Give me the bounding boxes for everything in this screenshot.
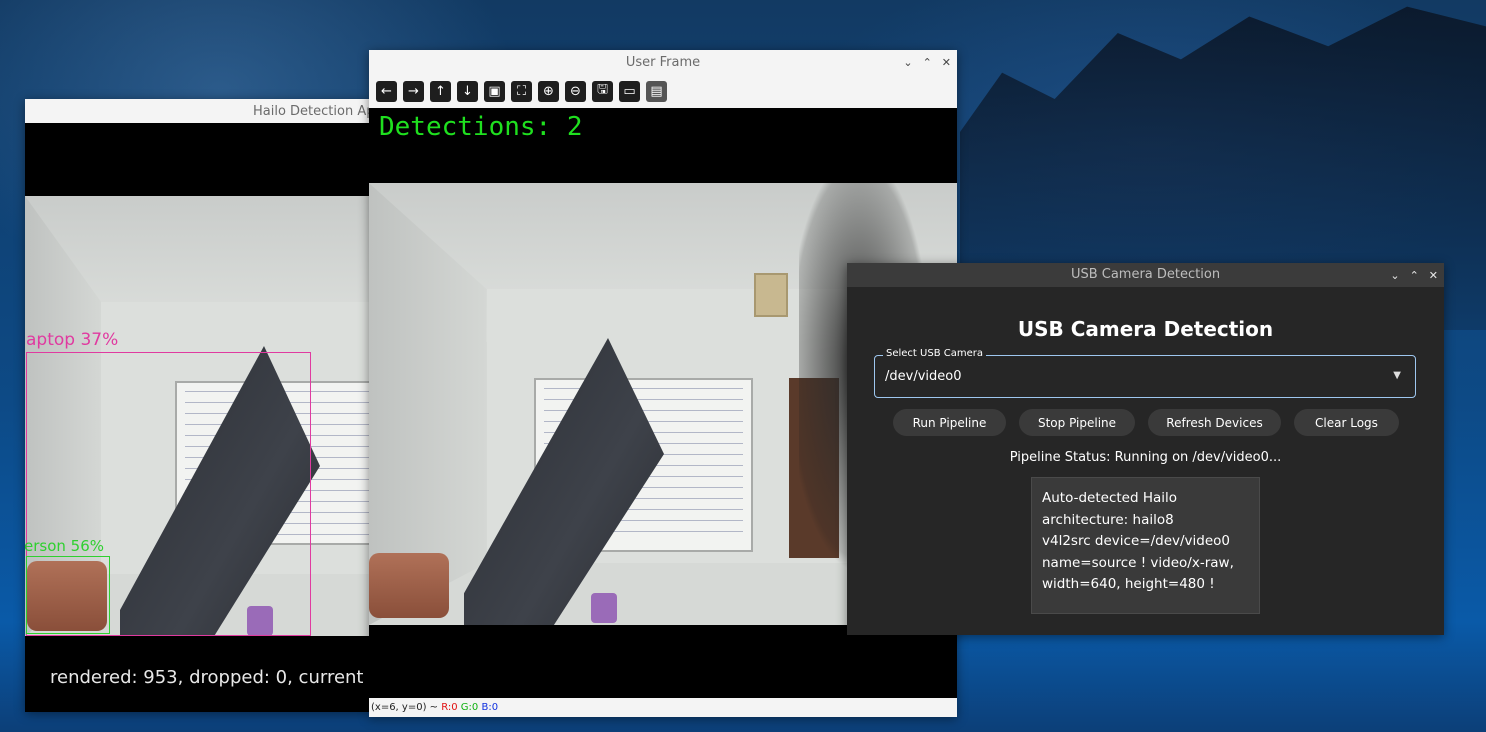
camera-select-value: /dev/video0 <box>885 369 962 384</box>
log-line: Auto-detected Hailo <box>1042 490 1178 506</box>
person-detection-box <box>26 556 110 634</box>
image-toolbar: ← → ↑ ↓ ▣ ⛶ ⊕ ⊖ 🖫 ▭ ▤ <box>369 74 957 108</box>
minimize-chevron-down-icon[interactable]: ⌄ <box>1390 270 1399 281</box>
pan-down-icon[interactable]: ↓ <box>457 80 478 102</box>
log-line: v4l2src device=/dev/video0 <box>1042 533 1230 549</box>
close-icon[interactable]: ✕ <box>942 57 951 68</box>
close-icon[interactable]: ✕ <box>1429 270 1438 281</box>
properties-icon[interactable]: ▤ <box>646 80 667 102</box>
refresh-devices-button[interactable]: Refresh Devices <box>1148 409 1281 436</box>
usb-titlebar[interactable]: USB Camera Detection ⌄ ⌃ ✕ <box>847 263 1444 287</box>
page-title: USB Camera Detection <box>1017 317 1274 341</box>
log-line: architecture: hailo8 <box>1042 511 1174 528</box>
zoom-out-icon[interactable]: ⊖ <box>565 80 586 102</box>
hailo-detection-window[interactable]: Hailo Detection Ap aptop 37% erson 56% r… <box>25 99 370 712</box>
zoom-in-icon[interactable]: ⊕ <box>538 80 559 102</box>
log-output[interactable]: Auto-detected Hailo architecture: hailo8… <box>1031 477 1260 614</box>
usb-window-title: USB Camera Detection <box>1070 267 1221 282</box>
hailo-window-title: Hailo Detection Ap <box>253 103 370 119</box>
person-detection-label: erson 56% <box>25 537 105 555</box>
user-frame-title: User Frame <box>625 54 701 70</box>
camera-select-label: Select USB Camera <box>883 348 986 359</box>
run-pipeline-button[interactable]: Run Pipeline <box>893 409 1006 436</box>
pan-right-icon[interactable]: → <box>403 80 424 102</box>
pipeline-status: Pipeline Status: Running on /dev/video0.… <box>1009 450 1282 465</box>
pan-left-icon[interactable]: ← <box>376 80 397 102</box>
hailo-video-frame: aptop 37% erson 56% <box>25 196 370 636</box>
copy-icon[interactable]: ▭ <box>619 80 640 102</box>
log-line: name=source ! video/x-raw, <box>1042 554 1234 571</box>
red-value: R:0 <box>441 702 458 713</box>
clear-logs-button[interactable]: Clear Logs <box>1294 409 1399 436</box>
render-stats: rendered: 953, dropped: 0, current <box>50 667 364 688</box>
cursor-coords: (x=6, y=0) ~ <box>371 702 439 713</box>
dropdown-arrow-icon[interactable]: ▼ <box>1393 370 1401 381</box>
maximize-chevron-up-icon[interactable]: ⌃ <box>923 57 932 68</box>
pixel-status-bar: (x=6, y=0) ~ R:0 G:0 B:0 <box>369 698 957 717</box>
action-buttons: Run Pipeline Stop Pipeline Refresh Devic… <box>893 409 1399 436</box>
stop-pipeline-button[interactable]: Stop Pipeline <box>1019 409 1135 436</box>
zoom-image-icon[interactable]: ▣ <box>484 80 505 102</box>
blue-value: B:0 <box>481 702 499 713</box>
user-frame-titlebar[interactable]: User Frame ⌄ ⌃ ✕ <box>369 50 957 74</box>
pan-up-icon[interactable]: ↑ <box>430 80 451 102</box>
camera-select[interactable]: Select USB Camera /dev/video0 ▼ <box>874 348 1416 398</box>
log-line: width=640, height=480 ! <box>1042 576 1215 592</box>
hailo-titlebar[interactable]: Hailo Detection Ap <box>25 99 370 123</box>
laptop-detection-label: aptop 37% <box>26 330 119 350</box>
save-icon[interactable]: 🖫 <box>592 80 613 102</box>
zoom-fit-icon[interactable]: ⛶ <box>511 80 532 102</box>
usb-camera-detection-window[interactable]: USB Camera Detection ⌄ ⌃ ✕ USB Camera De… <box>847 263 1444 635</box>
maximize-chevron-up-icon[interactable]: ⌃ <box>1410 270 1419 281</box>
green-value: G:0 <box>460 702 479 713</box>
detections-count-overlay: Detections: 2 <box>379 112 583 142</box>
minimize-chevron-down-icon[interactable]: ⌄ <box>903 57 912 68</box>
